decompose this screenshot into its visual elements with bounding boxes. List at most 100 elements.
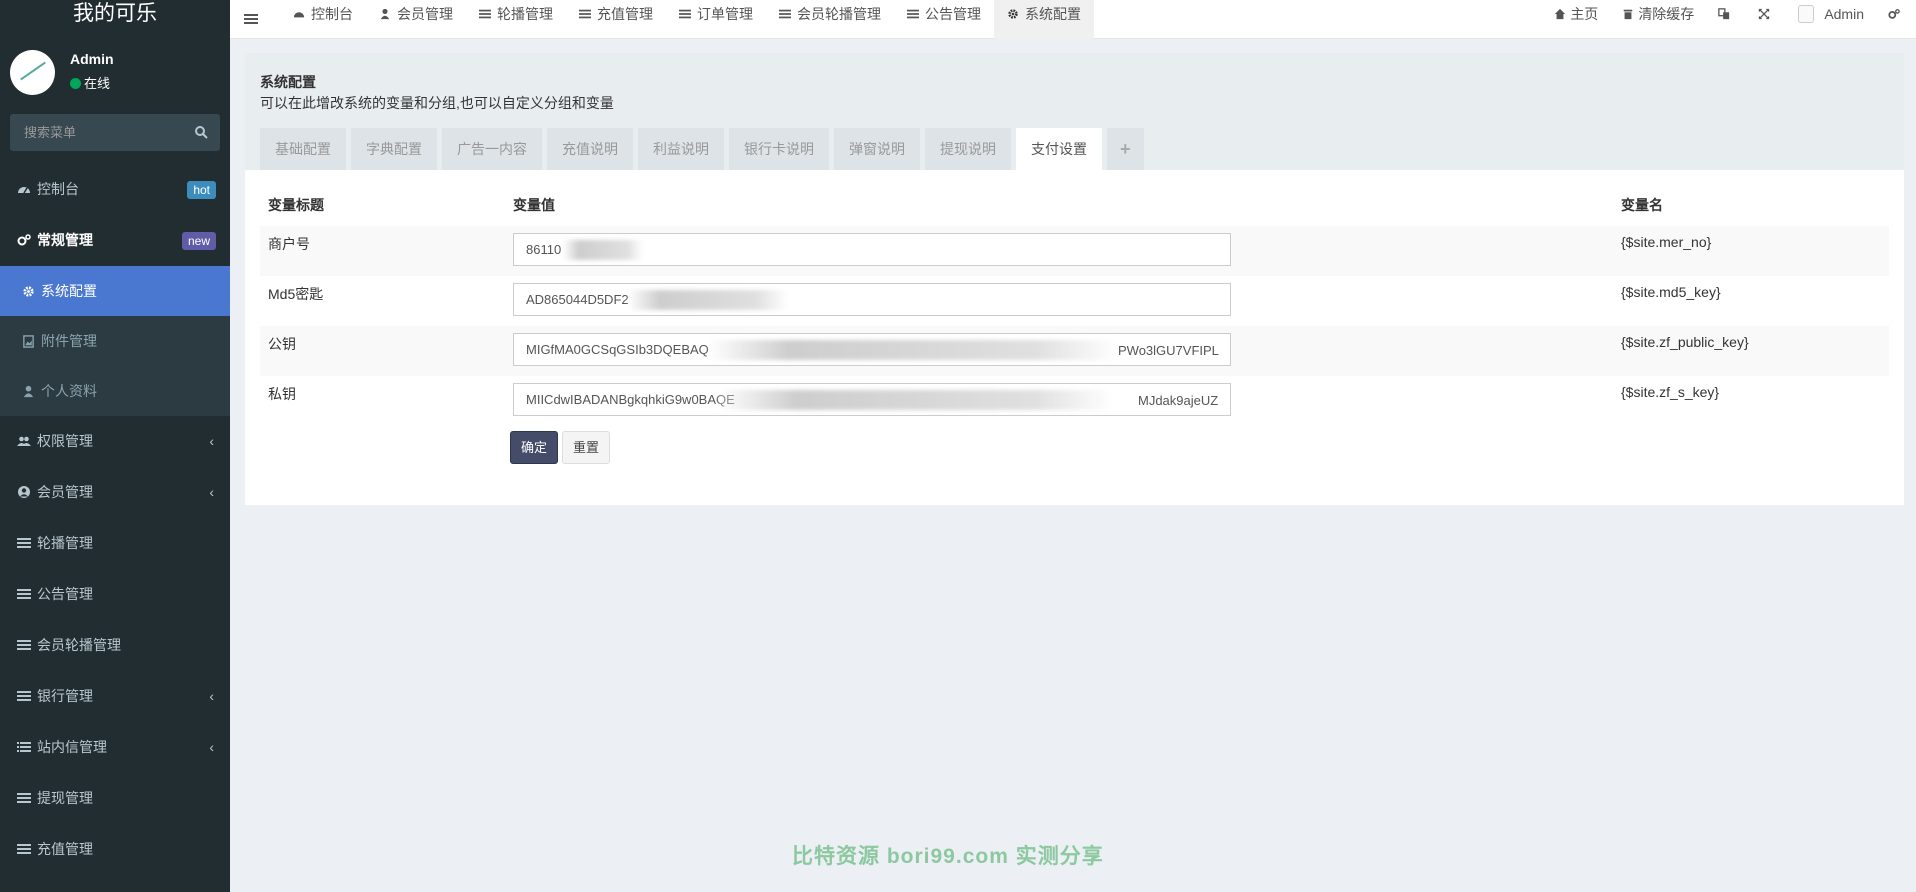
- sidebar-item-label: 轮播管理: [37, 535, 93, 551]
- sidebar-item-dashboard[interactable]: 控制台 hot: [0, 164, 230, 215]
- md5-key-input[interactable]: [513, 283, 1231, 316]
- private-key-input[interactable]: [513, 383, 1231, 416]
- user-menu-label: Admin: [1824, 6, 1864, 22]
- language-button[interactable]: [1706, 0, 1746, 28]
- search-input[interactable]: [10, 114, 190, 151]
- value-field-wrap: PWo3lGU7VFIPL: [513, 333, 1231, 366]
- add-group-button[interactable]: +: [1107, 128, 1144, 170]
- sidebar-item-system-config[interactable]: 系统配置: [0, 266, 230, 316]
- menu-toggle-icon[interactable]: [244, 12, 258, 26]
- dashboard-icon: [18, 187, 30, 194]
- sidebar-item-label: 常规管理: [37, 232, 93, 248]
- sidebar-item-label: 提现管理: [37, 790, 93, 806]
- sidebar-item-member-carousel[interactable]: 会员轮播管理: [0, 620, 230, 671]
- chevron-left-icon: ‹: [209, 433, 214, 449]
- user-menu[interactable]: Admin: [1786, 0, 1876, 28]
- row-var-name: {$site.zf_s_key}: [1613, 376, 1889, 426]
- tab-orders[interactable]: 订单管理: [666, 0, 766, 39]
- sidebar-item-profile[interactable]: 个人资料: [0, 366, 230, 416]
- user-panel: Admin 在线: [0, 30, 230, 112]
- tab-ads[interactable]: 广告一内容: [442, 128, 542, 170]
- panel-header: 系统配置 可以在此增改系统的变量和分组,也可以自定义分组和变量 基础配置 字典配…: [245, 53, 1904, 170]
- settings-button[interactable]: [1876, 0, 1916, 28]
- sidebar-item-messages[interactable]: 站内信管理 ‹: [0, 722, 230, 773]
- sidebar-item-label: 公告管理: [37, 586, 93, 602]
- tab-recharge-info[interactable]: 充值说明: [547, 128, 633, 170]
- avatar: [10, 50, 55, 95]
- sidebar-item-general[interactable]: 常规管理 new: [0, 215, 230, 266]
- tab-label: 充值管理: [597, 6, 653, 22]
- list-icon: [479, 9, 491, 19]
- user-icon: [380, 8, 390, 20]
- sidebar-item-label: 会员轮播管理: [37, 637, 121, 653]
- tab-popup-info[interactable]: 弹窗说明: [834, 128, 920, 170]
- list-icon: [17, 589, 31, 599]
- tab-recharge[interactable]: 充值管理: [566, 0, 666, 39]
- sidebar: 我的可乐 Admin 在线 控制台 hot 常规管理 new 系统配置 附件管理…: [0, 0, 230, 892]
- reset-button[interactable]: 重置: [562, 431, 611, 464]
- sidebar-item-carousel[interactable]: 轮播管理: [0, 518, 230, 569]
- tab-carousel[interactable]: 轮播管理: [466, 0, 566, 39]
- tab-interest-info[interactable]: 利益说明: [638, 128, 724, 170]
- clear-cache-button[interactable]: 清除缓存: [1610, 0, 1706, 28]
- row-var-name: {$site.zf_public_key}: [1613, 326, 1889, 376]
- tab-bank-card-info[interactable]: 银行卡说明: [729, 128, 829, 170]
- page-description: 可以在此增改系统的变量和分组,也可以自定义分组和变量: [260, 95, 614, 111]
- tab-dictionary[interactable]: 字典配置: [351, 128, 437, 170]
- sidebar-item-withdrawals[interactable]: 提现管理: [0, 773, 230, 824]
- sidebar-item-label: 系统配置: [41, 283, 97, 299]
- tab-dashboard[interactable]: 控制台: [280, 0, 366, 39]
- sidebar-item-attachments[interactable]: 附件管理: [0, 316, 230, 366]
- variables-table: 变量标题 变量值 变量名 商户号 {$site.mer_no} Md5密匙: [260, 183, 1889, 426]
- row-value-cell: PWo3lGU7VFIPL: [505, 326, 1613, 376]
- column-header-title: 变量标题: [268, 196, 324, 213]
- sidebar-item-recharge[interactable]: 充值管理: [0, 824, 230, 875]
- sidebar-item-notices[interactable]: 公告管理: [0, 569, 230, 620]
- value-field-wrap: [513, 283, 1231, 316]
- table-row: 商户号 {$site.mer_no}: [260, 226, 1889, 276]
- search-icon[interactable]: [194, 125, 208, 139]
- user-status-label: 在线: [84, 76, 111, 91]
- cogs-icon: [17, 234, 31, 246]
- hot-badge: hot: [187, 181, 216, 199]
- chevron-left-icon: ‹: [209, 484, 214, 500]
- tab-system-config[interactable]: 系统配置: [994, 0, 1094, 39]
- sidebar-item-label: 站内信管理: [37, 739, 107, 755]
- tab-notices[interactable]: 公告管理: [894, 0, 994, 39]
- tab-withdraw-info[interactable]: 提现说明: [925, 128, 1011, 170]
- merchant-no-input[interactable]: [513, 233, 1231, 266]
- tab-member-carousel[interactable]: 会员轮播管理: [766, 0, 894, 39]
- home-link[interactable]: 主页: [1542, 0, 1610, 28]
- chevron-left-icon: ‹: [209, 688, 214, 704]
- fullscreen-icon: [1759, 8, 1770, 20]
- row-title: 私钥: [260, 376, 505, 426]
- sidebar-item-permissions[interactable]: 权限管理 ‹: [0, 416, 230, 467]
- navbar-right: 主页 清除缓存 Admin: [1542, 0, 1916, 39]
- app-logo[interactable]: 我的可乐: [0, 0, 230, 30]
- sidebar-item-banks[interactable]: 银行管理 ‹: [0, 671, 230, 722]
- tab-label: 会员轮播管理: [797, 6, 881, 22]
- tab-basic[interactable]: 基础配置: [260, 128, 346, 170]
- clear-cache-label: 清除缓存: [1638, 6, 1695, 22]
- list-icon: [779, 9, 791, 19]
- home-label: 主页: [1570, 6, 1599, 22]
- gear-icon: [23, 286, 34, 297]
- tab-payment-settings[interactable]: 支付设置: [1016, 128, 1102, 170]
- menu-search: [10, 114, 220, 151]
- table-row: Md5密匙 {$site.md5_key}: [260, 276, 1889, 326]
- submit-button[interactable]: 确定: [510, 431, 559, 464]
- private-key-tail: MJdak9ajeUZ: [1138, 393, 1223, 408]
- online-dot-icon: [70, 78, 81, 89]
- list-ul-icon: [17, 742, 31, 752]
- fullscreen-button[interactable]: [1746, 0, 1786, 28]
- sidebar-item-members[interactable]: 会员管理 ‹: [0, 467, 230, 518]
- user-status: 在线: [70, 73, 110, 92]
- list-icon: [17, 538, 31, 548]
- user-name: Admin: [70, 51, 114, 67]
- tab-members[interactable]: 会员管理: [366, 0, 466, 39]
- value-field-wrap: [513, 233, 1231, 266]
- column-header-name: 变量名: [1621, 196, 1663, 213]
- top-navbar: 控制台 会员管理 轮播管理 充值管理 订单管理 会员轮播管理 公告管理 系统配置…: [230, 0, 1916, 39]
- row-var-name: {$site.md5_key}: [1613, 276, 1889, 326]
- sidebar-item-label: 会员管理: [37, 484, 93, 500]
